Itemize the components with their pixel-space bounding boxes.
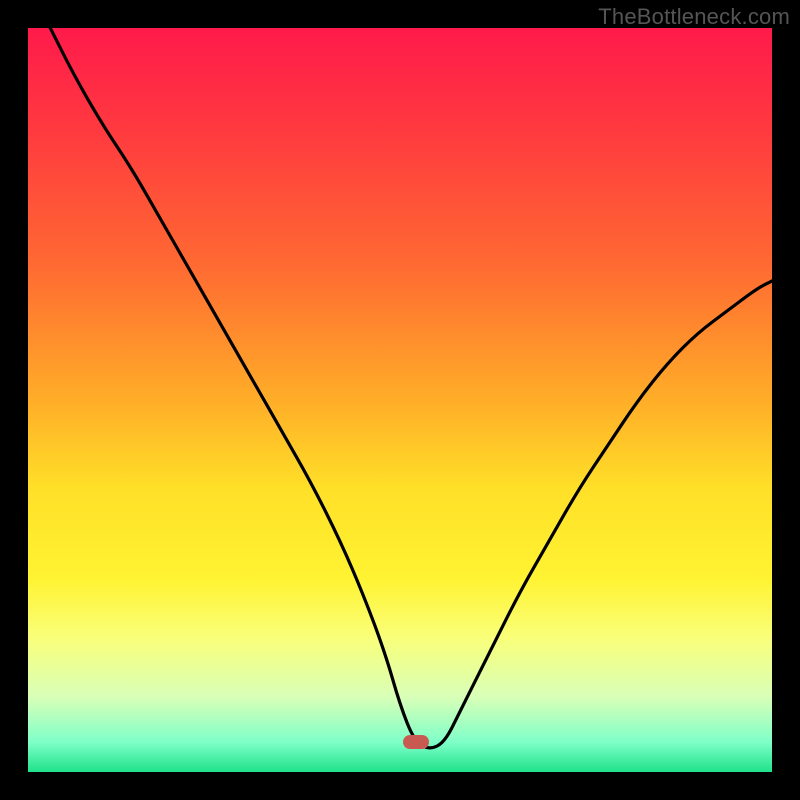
watermark-text: TheBottleneck.com — [598, 4, 790, 30]
optimal-marker — [403, 735, 429, 749]
plot-area — [28, 28, 772, 772]
bottleneck-curve — [28, 28, 772, 772]
chart-frame: TheBottleneck.com — [0, 0, 800, 800]
